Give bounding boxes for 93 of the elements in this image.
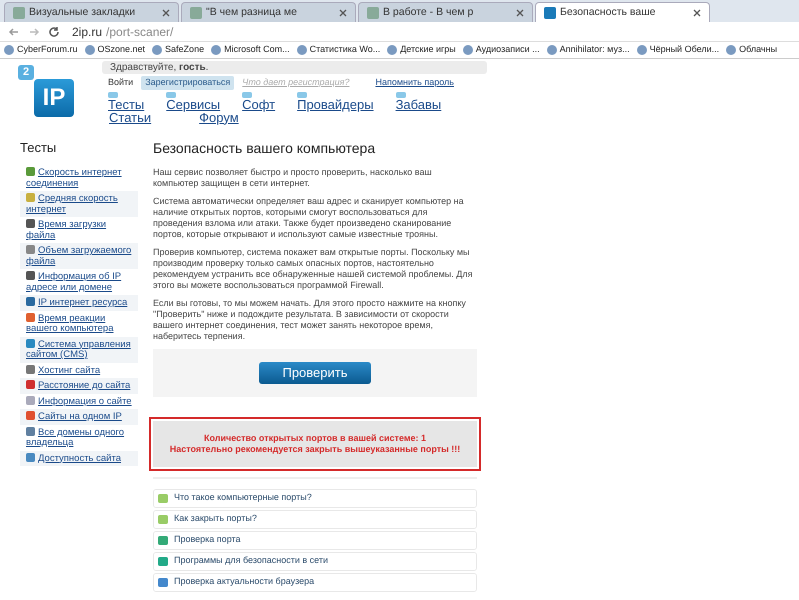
nav-link[interactable]: Провайдеры — [297, 98, 374, 110]
bookmark[interactable]: OSzone.net — [84, 43, 146, 57]
paragraph: Если вы готовы, то мы можем начать. Для этого просто нажмите на кнопку "Проверить" ниже и подождите результата. В зависимости от скорости вашего интернет соединения, тест может занять некоторое время, наберитесь терпения. — [153, 298, 467, 342]
nav-link[interactable]: Тесты — [108, 98, 144, 110]
count-badge — [297, 92, 308, 98]
count-badge — [396, 92, 406, 98]
bookmark[interactable]: Статистика Wo... — [296, 43, 380, 57]
greeting-bar: Здравствуйте, гость. — [102, 61, 487, 74]
sidebar-title: Тесты — [20, 138, 58, 156]
sidebar-link-icon — [26, 452, 35, 462]
bookmark-favicon-icon — [726, 45, 736, 55]
link-icon — [158, 578, 168, 586]
page-title: Безопасность вашего компьютера — [153, 138, 376, 158]
close-icon[interactable] — [516, 8, 524, 16]
tab-title: "В чем разница ме — [206, 4, 298, 20]
bookmark-favicon-icon — [546, 45, 557, 55]
nav-link[interactable]: Сервисы — [166, 98, 220, 110]
bookmark[interactable]: Аудиозаписи ... — [462, 43, 540, 57]
sidebar-link[interactable]: Средняя скорость интернет — [20, 191, 138, 217]
tab-title: Визуальные закладки — [29, 4, 136, 20]
link-icon — [158, 536, 168, 544]
bookmark[interactable]: SafeZone — [152, 43, 204, 57]
bookmark-favicon-icon — [636, 45, 647, 55]
sidebar-link[interactable]: Сайты на одном IP — [20, 409, 138, 424]
browser-tab[interactable]: В работе - В чем р — [358, 2, 533, 22]
sidebar-link-icon — [26, 271, 35, 280]
sidebar-link-icon — [26, 219, 35, 228]
sidebar-link-icon — [26, 167, 35, 176]
related-link[interactable]: Проверка актуальности браузера — [153, 572, 477, 592]
browser-tab[interactable]: Безопасность ваше — [535, 2, 710, 22]
related-link[interactable]: Проверка порта — [153, 530, 477, 550]
bookmark-favicon-icon — [84, 45, 95, 55]
bookmark[interactable]: CyberForum.ru — [4, 43, 78, 57]
sidebar-link[interactable]: Доступность сайта — [20, 450, 138, 466]
sidebar-link-icon — [26, 338, 35, 348]
bookmark-favicon-icon — [4, 45, 14, 55]
remind-password-link[interactable]: Напомнить пароль — [375, 76, 454, 90]
nav-link[interactable]: Забавы — [396, 98, 442, 110]
bookmark[interactable]: Чёрный Обели... — [636, 43, 720, 57]
result-text: Количество открытых портов в вашей системе: 1 — [204, 432, 426, 444]
count-badge — [108, 92, 118, 98]
tab-title: В работе - В чем р — [383, 4, 474, 20]
close-icon[interactable] — [162, 8, 170, 16]
result-text: Настоятельно рекомендуется закрыть вышеуказанные порты !!! — [170, 444, 460, 454]
login-link[interactable]: Войти — [108, 76, 134, 90]
link-icon — [158, 514, 168, 524]
bookmark[interactable]: Детские игры — [387, 43, 456, 57]
browser-tab[interactable]: Визуальные закладки — [4, 2, 179, 22]
bookmark-favicon-icon — [462, 45, 473, 55]
site-logo[interactable]: 2 IP — [18, 65, 76, 120]
related-link[interactable]: Что такое компьютерные порты? — [153, 488, 477, 508]
bookmark-favicon-icon — [296, 45, 307, 55]
sidebar-link[interactable]: Объем загружаемого файла — [20, 243, 138, 269]
bookmark-favicon-icon — [152, 45, 162, 55]
link-icon — [158, 494, 168, 502]
close-icon[interactable] — [693, 8, 701, 16]
paragraph: Проверив компьютер, система покажет вам открытые порты. Поскольку мы производим проверку только самых опасных портов, настоятельно рекомендуем устранить все обнаруженные нашей системой проблемы. Для этого вы можете воспользоваться программой Firewall. — [153, 246, 474, 290]
nav-link[interactable]: Форум — [199, 110, 239, 124]
address-field[interactable]: 2ip.ru /port-scaner/ — [68, 22, 791, 40]
nav-link[interactable]: Софт — [242, 98, 276, 110]
browser-tab[interactable]: "В чем разница ме — [181, 2, 356, 22]
bookmark-favicon-icon — [211, 45, 222, 55]
sidebar-link[interactable]: Система управления сайтом (CMS) — [20, 336, 138, 362]
logo-mark: IP — [34, 79, 74, 117]
sidebar-link[interactable]: Хостинг сайта — [20, 362, 138, 378]
favicon-icon — [544, 6, 556, 18]
sidebar-link[interactable]: IP интернет ресурса — [20, 295, 138, 310]
favicon-icon — [190, 6, 202, 18]
logo-badge: 2 — [18, 65, 34, 80]
bookmark[interactable]: Облачны — [726, 43, 778, 57]
link-icon — [158, 556, 168, 566]
sidebar-link-icon — [26, 193, 35, 202]
paragraph: Наш сервис позволяет быстро и просто проверить, насколько ваш компьютер защищен в сети интернет. — [153, 166, 433, 188]
count-badge — [166, 92, 176, 98]
register-button[interactable]: Зарегистрироваться — [141, 76, 234, 90]
sidebar-link[interactable]: Информация о сайте — [20, 394, 138, 409]
reload-icon[interactable] — [48, 26, 60, 38]
nav-link[interactable]: Статьи — [109, 110, 152, 124]
back-icon[interactable] — [8, 26, 20, 38]
favicon-icon — [367, 6, 379, 18]
sidebar-link[interactable]: Расстояние до сайта — [20, 378, 138, 394]
sidebar-link-icon — [26, 245, 35, 254]
favicon-icon — [13, 6, 25, 18]
tab-title: Безопасность ваше — [560, 4, 656, 20]
related-link[interactable]: Как закрыть порты? — [153, 510, 477, 528]
bookmark[interactable]: Microsoft Com... — [211, 43, 290, 57]
bookmark-favicon-icon — [387, 45, 398, 55]
paragraph: Система автоматически определяет ваш адрес и сканирует компьютер на наличие открытых портов, которыми смогут воспользоваться для проведения взлома или атаки. Также будет произведено сканирование портов, которые открывают и используют самые известные трояны. — [153, 196, 465, 240]
check-button[interactable]: Проверить — [259, 362, 371, 384]
close-icon[interactable] — [339, 8, 347, 16]
related-link[interactable]: Программы для безопасности в сети — [153, 552, 477, 570]
count-badge — [242, 92, 252, 98]
bookmark[interactable]: Annihilator: муз... — [546, 43, 630, 57]
